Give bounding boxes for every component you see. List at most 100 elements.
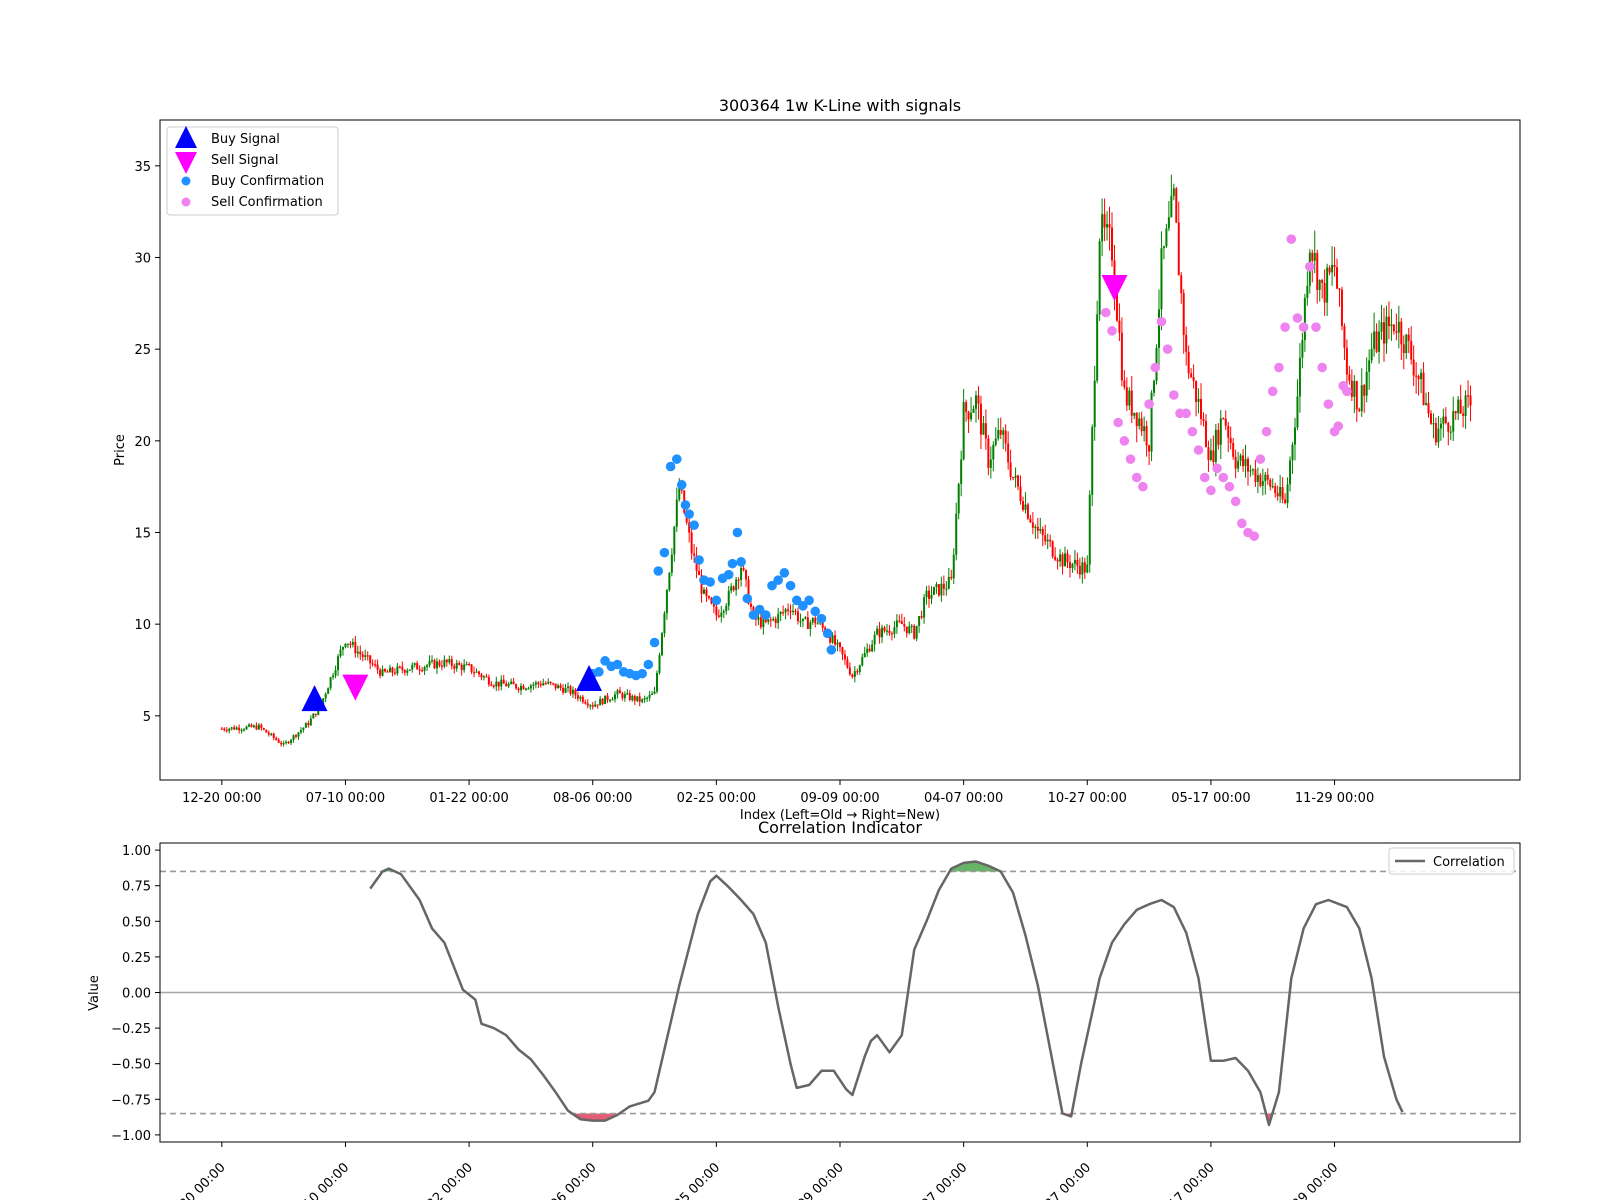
candle-body [604,695,607,705]
sell-confirmation-dot [1169,390,1179,400]
candle-body [1083,562,1086,573]
buy-confirmation-dot [727,558,738,569]
sell-confirmation-dot [1298,322,1309,332]
candle-body [1259,475,1262,486]
candle-body [250,724,253,727]
candle-body [1412,359,1415,376]
kline-y-tick-label: 10 [134,618,151,633]
candle-body [537,682,540,684]
sell-confirmation-dot [1261,426,1272,437]
candle-body [1464,395,1467,417]
candle-body [651,693,654,696]
candle-body [648,694,651,698]
candle-body [883,627,886,632]
candle-body [861,657,864,666]
candle-body [1242,455,1245,467]
candle-body [811,617,814,623]
candle-body [495,681,498,687]
candle-body [1111,227,1113,261]
candle-body [965,402,968,412]
candle-body [784,609,787,613]
candle-body [1051,541,1054,557]
candle-body [482,676,485,678]
correlation-title: Correlation Indicator [758,818,922,837]
candle-body [1427,403,1430,414]
candle-body [1303,297,1306,341]
buy-confirmation-dot [649,637,660,648]
candle-body [1237,460,1240,469]
buy-confirmation-dot [711,595,722,606]
candle-body [468,664,471,666]
sell-confirmation-dot [1218,472,1229,483]
candle-body [416,663,419,670]
candle-body [1373,331,1376,349]
candle-body [1130,390,1133,416]
sell-confirmation-dot [1267,386,1278,397]
candle-body [1331,264,1334,273]
buy-confirmation-dot [680,500,691,510]
candle-body [470,664,473,673]
sell-confirmation-dot [1317,362,1327,373]
candle-body [1338,288,1341,290]
candle-body [890,633,893,635]
candle-body [997,430,1000,439]
sell-confirmation-dot [1125,454,1136,464]
kline-y-tick-label: 30 [134,252,151,267]
candle-body [1009,462,1012,478]
sell-confirmation-dot [1292,313,1303,323]
candle-body [1157,309,1160,348]
candle-body [1073,559,1076,564]
candle-body [302,727,305,731]
candle-body [641,699,644,702]
candle-body [406,670,409,673]
candle-body [1071,563,1074,569]
candle-body [932,586,935,595]
candle-body [547,681,550,684]
candle-body [1368,360,1371,372]
correlation-x-tick-label: 10-27 00:00 [1027,1160,1094,1200]
buy-confirmation-dot [653,566,664,576]
buy-confirmation-dot [665,461,676,472]
candle-body [223,728,226,730]
kline-y-tick-label: 35 [134,160,151,175]
candle-body [937,584,940,596]
candle-body [1251,469,1254,471]
candle-body [623,694,626,699]
candle-body [374,664,377,666]
candle-body [557,685,560,689]
candle-body [297,732,300,737]
correlation-panel: Correlation Indicator Value −1.00 −0.75 −0… [87,818,1521,1200]
candle-body [1031,522,1034,528]
candle-body [324,693,327,699]
candle-body [1395,331,1398,333]
candle-body [220,728,223,730]
candle-body [611,699,614,701]
candle-body [1212,450,1215,462]
candle-body [693,553,696,556]
candle-body [1318,280,1321,290]
candle-body [690,532,693,554]
candle-body [248,724,251,727]
candle-body [893,627,896,634]
buy-confirmation-dot [822,628,833,639]
candle-body [1140,418,1143,432]
candle-body [539,683,542,686]
candle-body [957,483,960,514]
candle-body [1024,504,1027,510]
candle-body [1234,456,1237,469]
candle-body [1313,253,1316,261]
sell-confirmation-dot [1162,344,1173,354]
candle-body [1469,395,1472,406]
candle-body [599,698,602,706]
candle-body [401,666,404,671]
candle-body [544,683,547,685]
candle-body [428,661,431,666]
candle-body [1343,326,1346,348]
sell-confirmation-dot [1138,481,1148,492]
candle-body [1385,316,1388,344]
correlation-ylabel: Value [87,975,102,1011]
sell-confirmation-dot [1193,445,1204,455]
correlation-x-tick-label: 11-29 00:00 [1275,1160,1342,1200]
candle-body [1054,556,1057,560]
legend-sell-signal-label: Sell Signal [211,153,279,168]
